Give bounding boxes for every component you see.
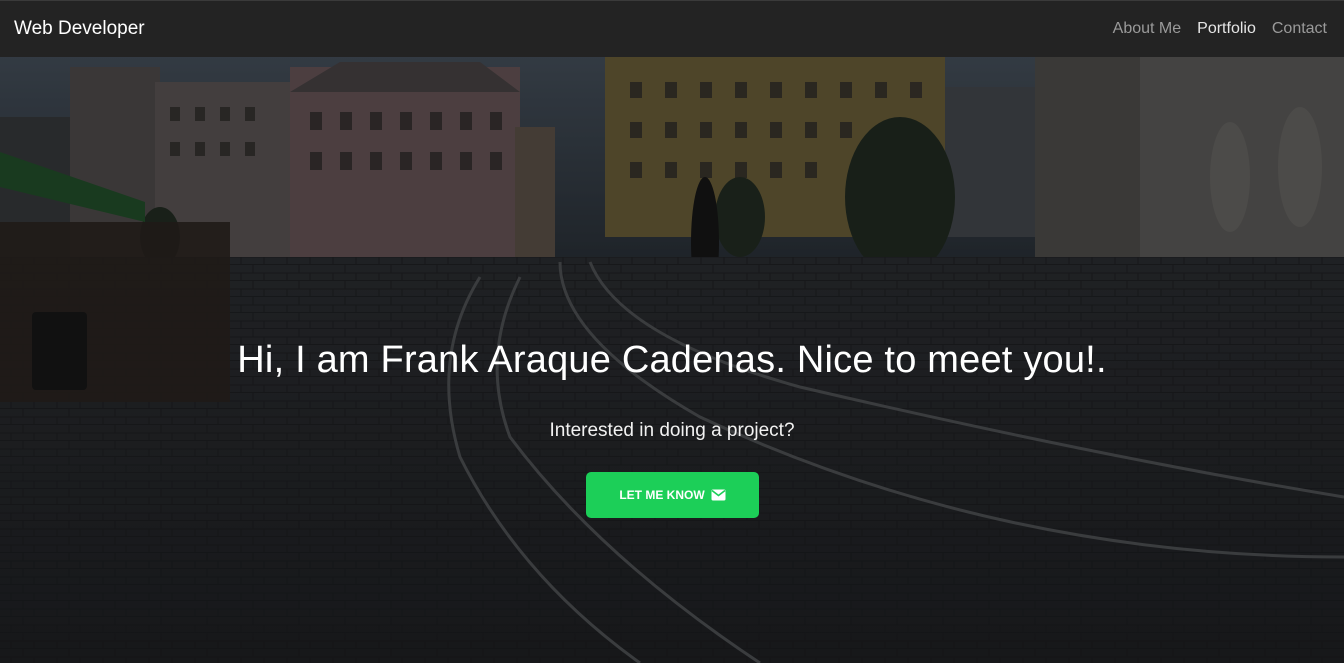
nav-links: About Me Portfolio Contact xyxy=(1113,20,1327,38)
hero-title: Hi, I am Frank Araque Cadenas. Nice to m… xyxy=(237,339,1107,381)
nav-link-portfolio[interactable]: Portfolio xyxy=(1197,20,1256,38)
nav-link-about-me[interactable]: About Me xyxy=(1113,20,1181,38)
hero-content: Hi, I am Frank Araque Cadenas. Nice to m… xyxy=(0,57,1344,663)
top-navbar: Web Developer About Me Portfolio Contact xyxy=(0,0,1344,57)
nav-link-contact[interactable]: Contact xyxy=(1272,20,1327,38)
envelope-icon xyxy=(711,489,726,501)
hero-subtitle: Interested in doing a project? xyxy=(549,420,795,441)
cta-label: LET ME KNOW xyxy=(619,488,705,502)
brand-link[interactable]: Web Developer xyxy=(14,18,145,40)
let-me-know-button[interactable]: LET ME KNOW xyxy=(586,472,759,518)
hero-section: Hi, I am Frank Araque Cadenas. Nice to m… xyxy=(0,57,1344,663)
